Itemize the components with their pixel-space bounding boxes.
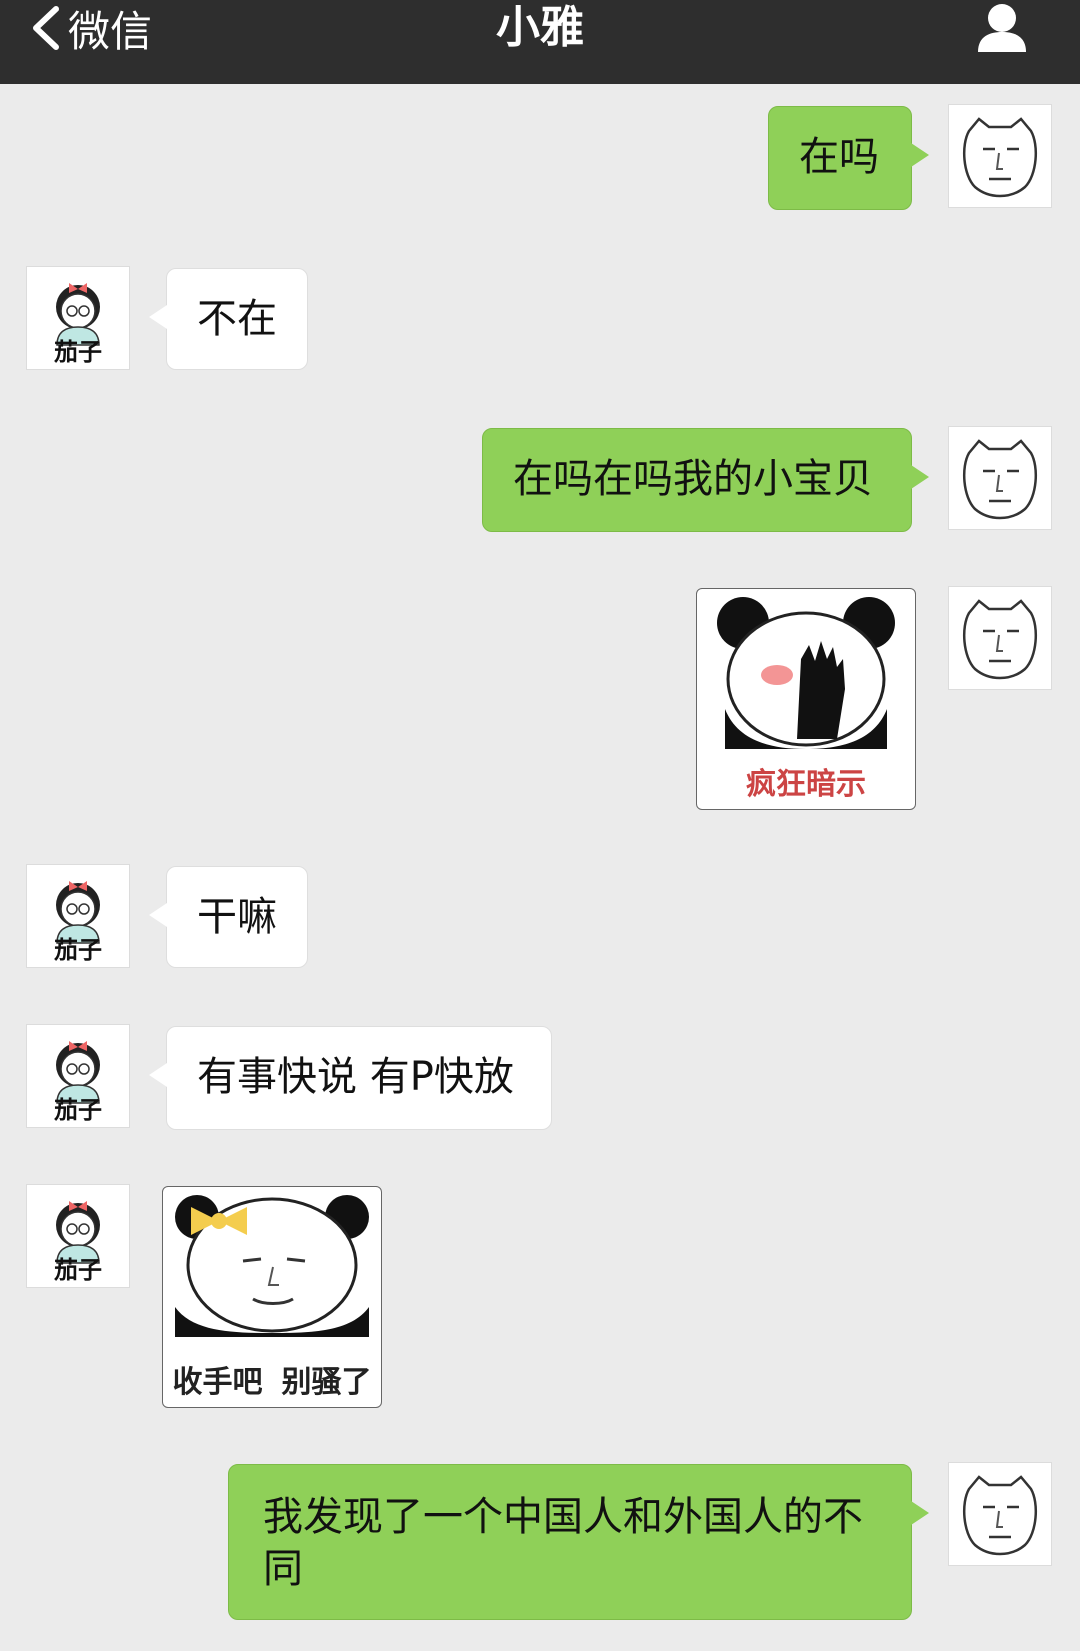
nav-bar: 微信 小雅	[0, 0, 1080, 84]
chat-title: 小雅	[496, 2, 584, 53]
my-avatar[interactable]	[948, 104, 1052, 208]
sticker-caption-right: 别骚了	[281, 1365, 372, 1400]
my-avatar[interactable]	[948, 586, 1052, 690]
message-text: 在吗在吗我的小宝贝	[513, 456, 873, 502]
message-text: 我发现了一个中国人和外国人的不同	[263, 1494, 863, 1592]
avatar-name: 茄子	[54, 1096, 102, 1124]
avatar-name: 茄子	[54, 936, 102, 964]
contact-avatar[interactable]: 茄子	[26, 864, 130, 968]
sticker-message-outgoing[interactable]: 疯狂暗示	[696, 588, 916, 810]
message-text: 在吗	[799, 134, 879, 180]
message-bubble-incoming[interactable]: 有事快说 有P快放	[149, 1026, 552, 1130]
sticker-caption-left: 收手吧	[172, 1365, 263, 1400]
sticker-caption: 疯狂暗示	[697, 759, 915, 803]
panda-bow-sticker-image	[175, 1195, 369, 1337]
message-text: 不在	[197, 296, 277, 342]
my-avatar[interactable]	[948, 1462, 1052, 1566]
contact-avatar[interactable]: 茄子	[26, 1024, 130, 1128]
my-avatar[interactable]	[948, 426, 1052, 530]
message-text: 干嘛	[197, 894, 277, 940]
message-bubble-outgoing[interactable]: 在吗在吗我的小宝贝	[482, 428, 929, 532]
person-icon	[978, 4, 1026, 52]
meme-face-icon	[962, 439, 1038, 520]
sticker-caption: 收手吧 别骚了	[163, 1357, 381, 1401]
sticker-caption-text: 疯狂暗示	[746, 767, 866, 802]
meme-face-icon	[962, 599, 1038, 680]
contact-avatar[interactable]: 茄子	[26, 266, 130, 370]
avatar-name: 茄子	[54, 1256, 102, 1284]
meme-face-icon	[962, 1475, 1038, 1556]
profile-button[interactable]	[974, 0, 1030, 56]
message-bubble-outgoing[interactable]: 我发现了一个中国人和外国人的不同	[228, 1464, 929, 1620]
panda-sticker-image	[717, 597, 895, 749]
message-bubble-outgoing[interactable]: 在吗	[768, 106, 929, 210]
meme-face-icon	[962, 117, 1038, 198]
sticker-message-incoming[interactable]: 收手吧 别骚了	[162, 1186, 382, 1408]
message-bubble-incoming[interactable]: 不在	[149, 268, 308, 370]
message-bubble-incoming[interactable]: 干嘛	[149, 866, 308, 968]
contact-avatar[interactable]: 茄子	[26, 1184, 130, 1288]
message-text: 有事快说 有P快放	[197, 1054, 514, 1100]
avatar-name: 茄子	[54, 338, 102, 366]
